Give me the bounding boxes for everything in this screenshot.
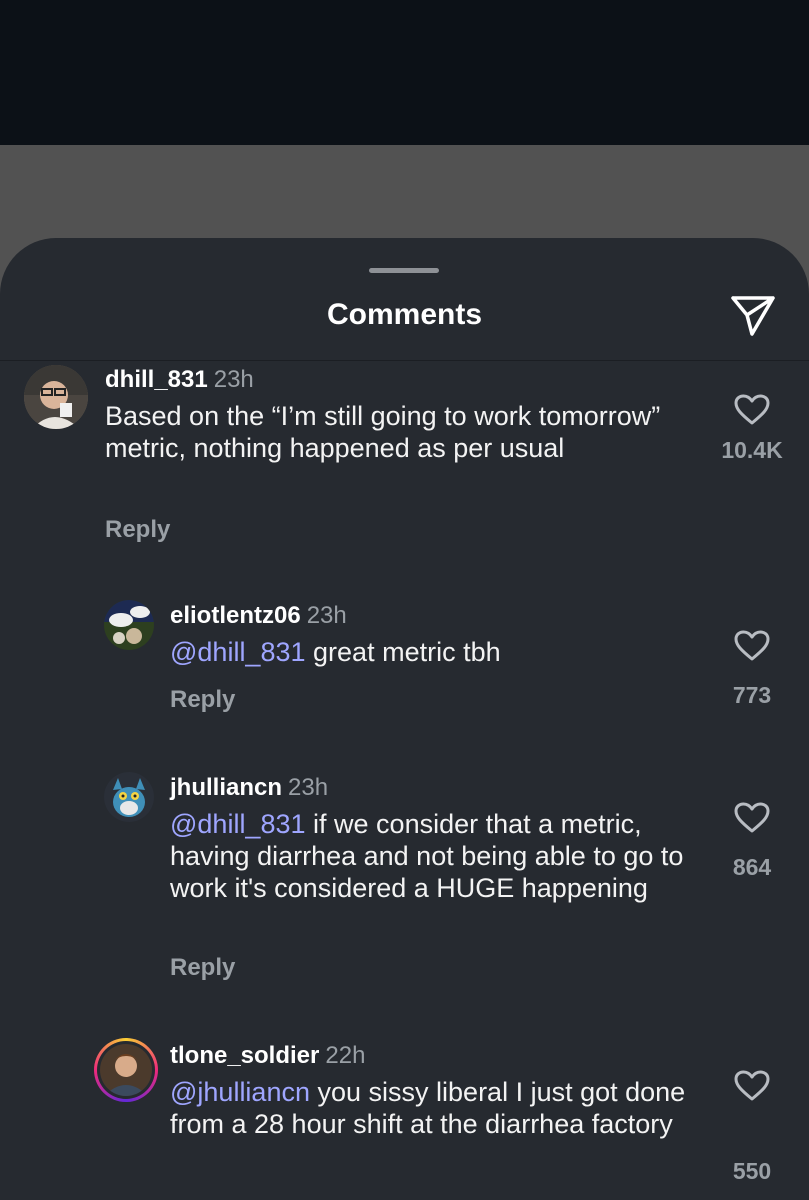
avatar[interactable] bbox=[104, 772, 154, 822]
like-button[interactable] bbox=[734, 394, 770, 426]
comment-item: jhulliancn 23h @dhill_831 if we consider … bbox=[0, 770, 809, 1000]
heart-outline-icon bbox=[734, 630, 770, 661]
like-count: 10.4K bbox=[721, 437, 783, 463]
reply-button[interactable]: Reply bbox=[170, 954, 235, 982]
header-divider bbox=[0, 360, 809, 361]
heart-outline-icon bbox=[734, 1070, 770, 1101]
comment-time: 23h bbox=[306, 602, 347, 629]
comment-item: dhill_831 23h Based on the “I’m still goi… bbox=[0, 362, 809, 552]
comment-meta: dhill_831 23h bbox=[105, 366, 254, 394]
share-button[interactable] bbox=[728, 294, 778, 338]
comment-time: 23h bbox=[288, 774, 329, 801]
heart-outline-icon bbox=[734, 394, 770, 425]
like-count: 550 bbox=[732, 1158, 772, 1184]
avatar-story-ring[interactable] bbox=[94, 1038, 158, 1102]
comment-text: @dhill_831 great metric tbh bbox=[170, 636, 690, 668]
comment-text: @jhulliancn you sissy liberal I just got… bbox=[170, 1076, 710, 1140]
comment-username[interactable]: dhill_831 bbox=[105, 366, 208, 393]
mention-link[interactable]: @dhill_831 bbox=[170, 809, 306, 839]
comment-meta: jhulliancn 23h bbox=[170, 774, 328, 802]
like-button[interactable] bbox=[734, 1070, 770, 1102]
comment-body: great metric tbh bbox=[313, 637, 501, 667]
mention-link[interactable]: @jhulliancn bbox=[170, 1077, 310, 1107]
avatar[interactable] bbox=[24, 365, 88, 429]
comment-body: Based on the “I’m still going to work to… bbox=[105, 401, 661, 463]
comment-item: eliotlentz06 23h @dhill_831 great metric … bbox=[0, 598, 809, 718]
mention-link[interactable]: @dhill_831 bbox=[170, 637, 306, 667]
comment-item: tlone_soldier 22h @jhulliancn you sissy l… bbox=[0, 1038, 809, 1200]
like-button[interactable] bbox=[734, 802, 770, 834]
like-button[interactable] bbox=[734, 630, 770, 662]
comment-meta: eliotlentz06 23h bbox=[170, 602, 347, 630]
avatar[interactable] bbox=[104, 600, 154, 650]
sheet-grabber-handle[interactable] bbox=[369, 268, 439, 273]
comment-username[interactable]: jhulliancn bbox=[170, 774, 282, 801]
comment-username[interactable]: eliotlentz06 bbox=[170, 602, 301, 629]
comment-meta: tlone_soldier 22h bbox=[170, 1042, 365, 1070]
status-bar-area bbox=[0, 0, 809, 145]
send-icon bbox=[731, 296, 775, 336]
comment-time: 22h bbox=[325, 1042, 366, 1069]
comment-text: Based on the “I’m still going to work to… bbox=[105, 400, 695, 464]
comment-time: 23h bbox=[213, 366, 254, 393]
sheet-title: Comments bbox=[326, 298, 483, 331]
reply-button[interactable]: Reply bbox=[170, 686, 235, 714]
like-count: 773 bbox=[732, 682, 772, 708]
comment-username[interactable]: tlone_soldier bbox=[170, 1042, 319, 1069]
heart-outline-icon bbox=[734, 802, 770, 833]
reply-button[interactable]: Reply bbox=[105, 516, 170, 544]
comment-text: @dhill_831 if we consider that a metric,… bbox=[170, 808, 710, 904]
comments-sheet: Comments dhill_831 23h Based on the “I’m … bbox=[0, 238, 809, 1200]
like-count: 864 bbox=[732, 854, 772, 880]
